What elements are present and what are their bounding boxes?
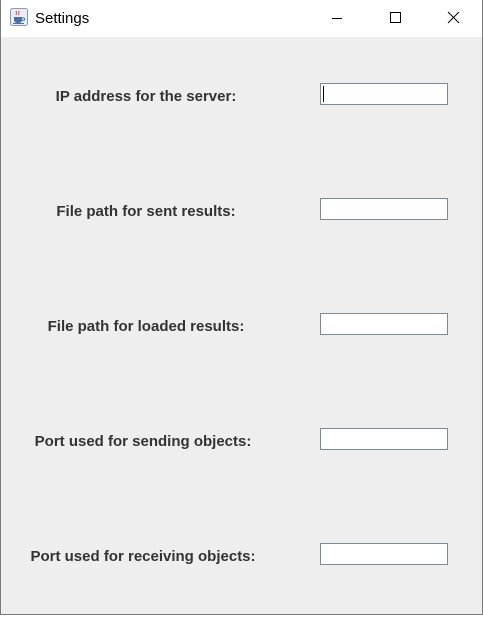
text-caret xyxy=(323,86,324,102)
settings-window: Settings IP address for the server: File… xyxy=(0,0,483,615)
java-cup-icon xyxy=(10,8,28,26)
close-button[interactable] xyxy=(430,0,476,37)
loaded-results-path-label: File path for loaded results: xyxy=(47,318,245,335)
sent-results-path-input[interactable] xyxy=(320,198,448,220)
sending-port-input[interactable] xyxy=(320,428,448,450)
settings-form: IP address for the server: File path for… xyxy=(1,37,482,614)
ip-address-label: IP address for the server: xyxy=(55,88,237,105)
loaded-results-path-input[interactable] xyxy=(320,313,448,335)
title-bar[interactable]: Settings xyxy=(1,0,482,37)
maximize-icon xyxy=(390,12,401,23)
receiving-port-label: Port used for receiving objects: xyxy=(30,548,256,565)
close-icon xyxy=(447,11,460,24)
sending-port-label: Port used for sending objects: xyxy=(34,433,252,450)
minimize-button[interactable] xyxy=(314,0,360,37)
maximize-button[interactable] xyxy=(372,0,418,37)
minimize-icon xyxy=(332,18,342,19)
window-title: Settings xyxy=(35,10,90,27)
ip-address-input[interactable] xyxy=(320,83,448,105)
receiving-port-input[interactable] xyxy=(320,543,448,565)
sent-results-path-label: File path for sent results: xyxy=(56,203,236,220)
